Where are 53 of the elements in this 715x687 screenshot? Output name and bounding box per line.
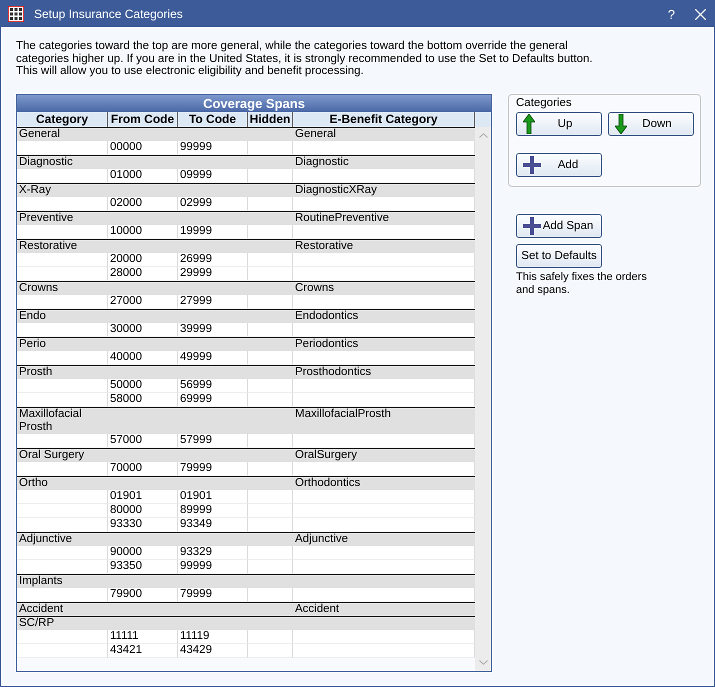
table-cell-text: Accident (294, 603, 340, 616)
group-label: Categories (516, 97, 573, 109)
table-cell-text: MaxillofacialProsth (294, 408, 392, 422)
table-cell-text: Diagnostic (294, 156, 350, 169)
table-cell-text: SC/RP (18, 617, 56, 630)
table-cell-text: Prosth (18, 366, 54, 379)
up-arrow-icon (523, 114, 535, 134)
scrollbar[interactable] (475, 127, 491, 671)
table-cell-text: DiagnosticXRay (294, 184, 378, 197)
grid-title: Coverage Spans (17, 95, 491, 112)
table-cell-text: General (18, 128, 61, 141)
chevron-down-icon[interactable] (478, 660, 488, 665)
help-button[interactable]: ? (668, 6, 675, 22)
table-cell-text: Adjunctive (18, 533, 74, 546)
description-text: The categories toward the top are more general, while the categories toward the bottom override the general categories higher up. If you are in the United States, it is strongly recommended to use the Set to Defaults button. This will allow you to use electronic eligibility and benefit processing. (16, 40, 594, 79)
table-cell (248, 644, 293, 658)
table-cell: 43429 (178, 644, 248, 658)
table-cell-text: RoutinePreventive (294, 212, 390, 225)
window-title: Setup Insurance Categories (34, 7, 184, 21)
table-cell-text: Maxillofacial Prosth (18, 408, 83, 434)
add-span-button[interactable]: Add Span (516, 214, 602, 238)
table-cell: 43421 (108, 644, 178, 658)
plus-icon (523, 217, 541, 235)
close-icon[interactable] (695, 8, 706, 20)
table-cell-text: Implants (18, 575, 64, 588)
down-button[interactable]: Down (608, 112, 694, 136)
table-cell-text: Adjunctive (294, 533, 350, 546)
table-cell-text: Preventive (18, 212, 74, 225)
table-cell-text: Endo (18, 310, 47, 323)
table-cell-text: Ortho (18, 477, 49, 490)
app-icon (8, 6, 24, 22)
defaults-button[interactable]: Set to Defaults (516, 244, 602, 268)
table-cell-text: General (294, 128, 337, 141)
defaults-note: This safely fixes the orders and spans. (516, 271, 648, 297)
table-cell-text: X-Ray (18, 184, 52, 197)
down-arrow-icon (615, 114, 627, 134)
table-cell-text: Restorative (18, 240, 78, 253)
table-cell-text: Crowns (18, 282, 59, 295)
table-cell-text: Diagnostic (18, 156, 74, 169)
table-cell-text: OralSurgery (294, 449, 358, 462)
table-cell-text: Oral Surgery (18, 449, 86, 462)
table-cell-text: Restorative (294, 240, 354, 253)
table-cell-text: Endodontics (294, 310, 360, 323)
table-cell-text: Periodontics (294, 338, 360, 351)
chevron-up-icon[interactable] (478, 133, 488, 138)
add-button[interactable]: Add (516, 153, 602, 177)
up-button[interactable]: Up (516, 112, 602, 136)
table-cell-text: Orthodontics (294, 477, 362, 490)
table-cell-text: Prosthodontics (294, 366, 372, 379)
table-cell-text: Accident (18, 603, 64, 616)
table-cell-text: Crowns (294, 282, 335, 295)
plus-icon (523, 156, 541, 174)
table-cell-text: Perio (18, 338, 47, 351)
